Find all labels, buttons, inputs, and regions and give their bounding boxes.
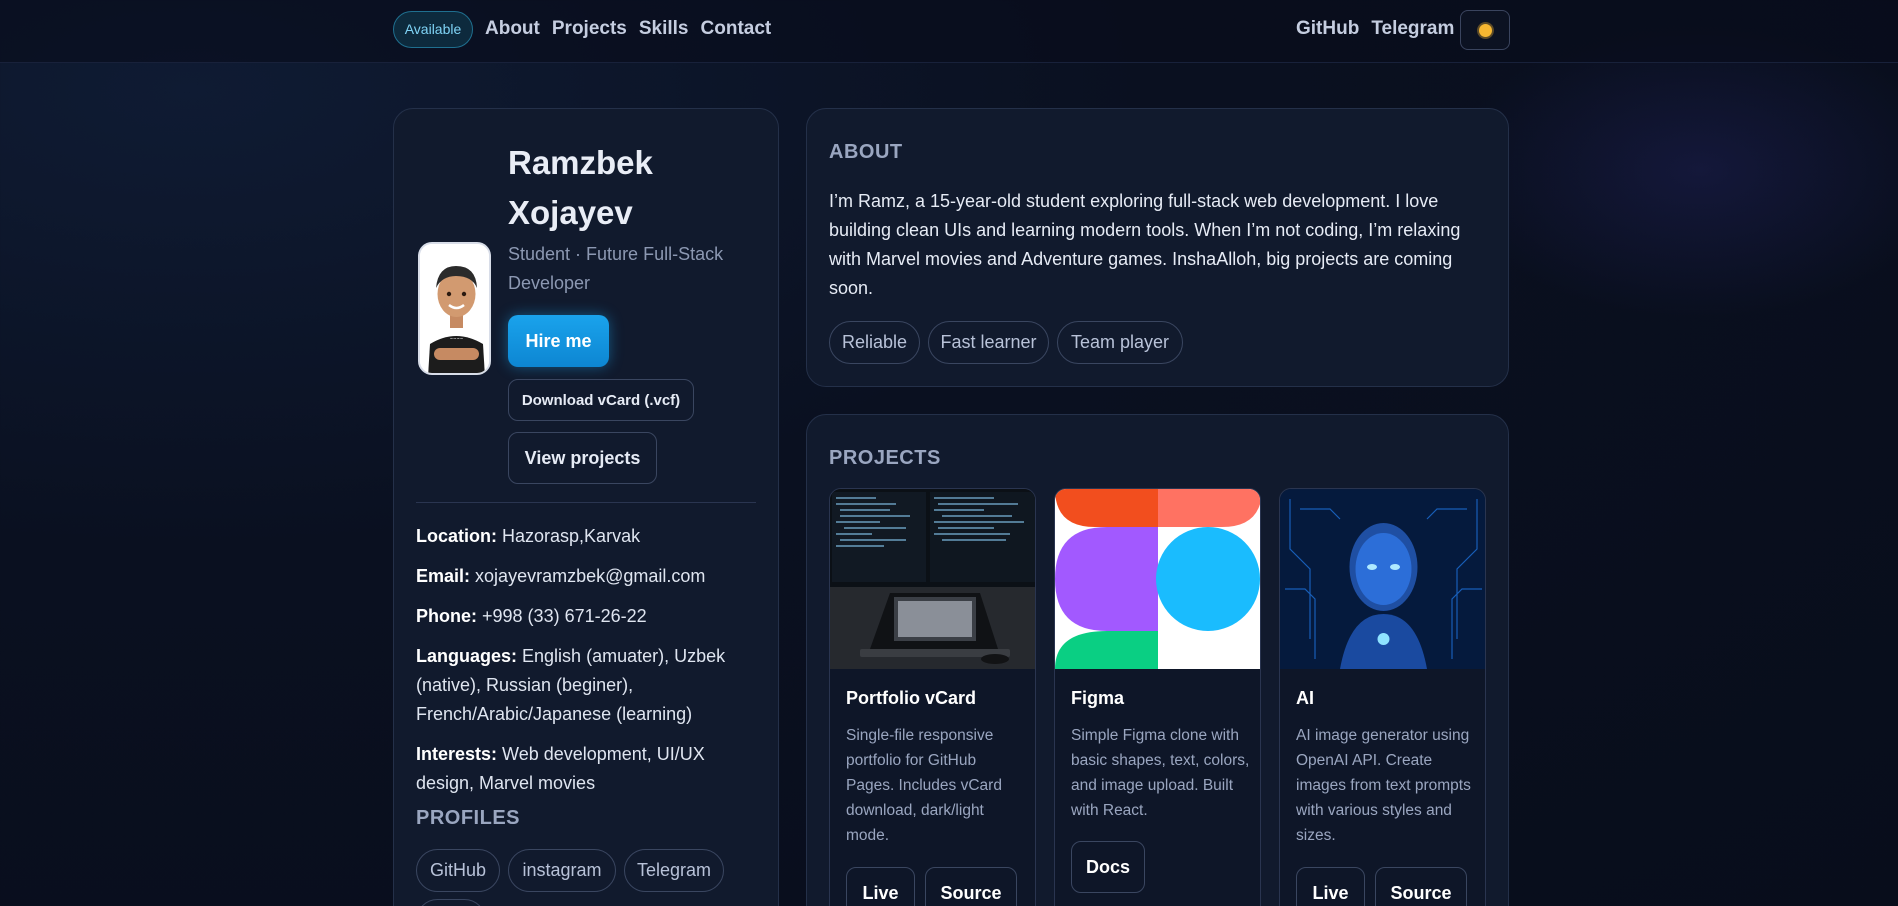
- email-row: Email: xojayevramzbek@gmail.com: [416, 562, 756, 591]
- nav-link-github[interactable]: GitHub: [1296, 18, 1359, 40]
- nav-link-about[interactable]: About: [485, 18, 540, 40]
- project-image-portfolio: [830, 489, 1035, 669]
- profiles-title: PROFILES: [416, 807, 521, 829]
- email-label: Email:: [416, 566, 471, 586]
- nav-link-telegram[interactable]: Telegram: [1371, 18, 1454, 40]
- about-title: ABOUT: [829, 141, 903, 163]
- location-label: Location:: [416, 526, 497, 546]
- languages-row: Languages: English (amuater), Uzbek (nat…: [416, 642, 756, 729]
- location-row: Location: Hazorasp,Karvak: [416, 522, 756, 551]
- profile-link-instagram[interactable]: instagram: [508, 849, 616, 892]
- profile-name: Ramzbek Xojayev: [508, 144, 653, 231]
- svg-text:~~~~: ~~~~: [450, 336, 463, 341]
- project-title: AI: [1296, 688, 1314, 708]
- hire-me-button[interactable]: Hire me: [508, 315, 609, 367]
- profile-card: ~~~~ Ramzbek Xojayev Student · Future Fu…: [393, 108, 779, 906]
- tag-fast-learner: Fast learner: [928, 321, 1049, 364]
- phone-value[interactable]: +998 (33) 671-26-22: [482, 606, 647, 626]
- project-live-button[interactable]: Live: [1296, 867, 1365, 906]
- project-card-figma[interactable]: Figma Simple Figma clone with basic shap…: [1054, 488, 1261, 906]
- projects-card: PROJECTS Portfolio vCard Single-file res…: [806, 414, 1509, 906]
- nav-right-links: GitHub Telegram: [1296, 18, 1454, 40]
- nav-links: About Projects Skills Contact: [485, 18, 771, 40]
- project-title: Portfolio vCard: [846, 688, 977, 708]
- tag-reliable: Reliable: [829, 321, 920, 364]
- tag-team-player: Team player: [1057, 321, 1183, 364]
- project-description: AI image generator using OpenAI API. Cre…: [1296, 727, 1471, 844]
- project-image-ai: [1280, 489, 1485, 669]
- project-docs-button[interactable]: Docs: [1071, 841, 1145, 893]
- profile-link-telegram[interactable]: Telegram: [624, 849, 724, 892]
- project-card-portfolio[interactable]: Portfolio vCard Single-file responsive p…: [829, 488, 1036, 906]
- view-projects-button[interactable]: View projects: [508, 432, 657, 484]
- project-source-button[interactable]: Source: [925, 867, 1017, 906]
- project-card-ai[interactable]: AI AI image generator using OpenAI API. …: [1279, 488, 1486, 906]
- project-title: Figma: [1071, 688, 1125, 708]
- project-description: Single-file responsive portfolio for Git…: [846, 727, 1002, 844]
- project-image-figma: [1055, 489, 1260, 669]
- sun-icon: [1478, 23, 1492, 37]
- download-vcard-button[interactable]: Download vCard (.vcf): [508, 379, 694, 421]
- memoji-avatar-icon: ~~~~: [420, 244, 489, 373]
- theme-toggle-button[interactable]: [1460, 10, 1510, 50]
- project-source-button[interactable]: Source: [1375, 867, 1467, 906]
- location-value: Hazorasp,Karvak: [502, 526, 641, 546]
- top-nav: Available About Projects Skills Contact …: [0, 0, 1898, 63]
- project-description: Simple Figma clone with basic shapes, te…: [1071, 727, 1250, 819]
- about-text: I’m Ramz, a 15-year-old student explorin…: [829, 191, 1461, 298]
- phone-row: Phone: +998 (33) 671-26-22: [416, 602, 756, 631]
- profile-role: Student · Future Full-Stack Developer: [508, 244, 724, 293]
- availability-badge: Available: [393, 11, 473, 48]
- languages-label: Languages:: [416, 646, 518, 666]
- profile-link-more[interactable]: [416, 899, 486, 906]
- avatar: ~~~~: [418, 242, 491, 375]
- interests-label: Interests:: [416, 744, 498, 764]
- nav-link-contact[interactable]: Contact: [701, 18, 772, 40]
- nav-link-skills[interactable]: Skills: [639, 18, 689, 40]
- profile-link-github[interactable]: GitHub: [416, 849, 500, 892]
- divider: [416, 502, 756, 503]
- project-live-button[interactable]: Live: [846, 867, 915, 906]
- interests-row: Interests: Web development, UI/UX design…: [416, 740, 756, 798]
- about-card: ABOUT I’m Ramz, a 15-year-old student ex…: [806, 108, 1509, 387]
- nav-link-projects[interactable]: Projects: [552, 18, 627, 40]
- projects-title: PROJECTS: [829, 447, 941, 469]
- phone-label: Phone:: [416, 606, 477, 626]
- email-value[interactable]: xojayevramzbek@gmail.com: [475, 566, 705, 586]
- background-glow: [1450, 20, 1898, 320]
